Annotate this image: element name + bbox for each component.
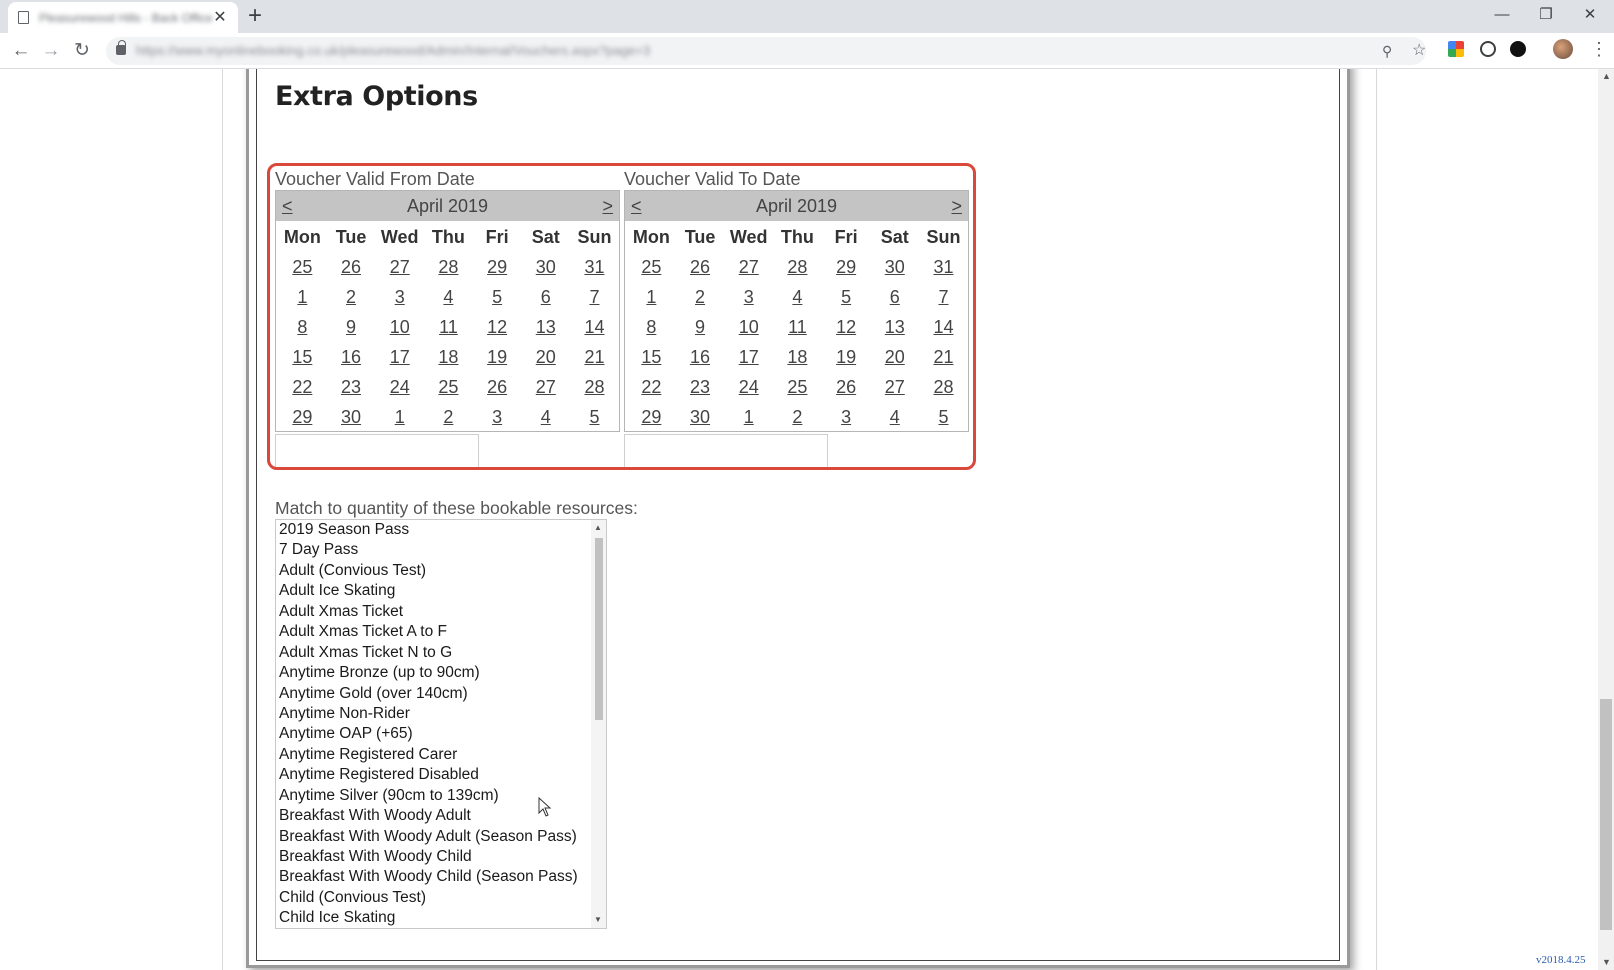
page-gutter-left	[222, 69, 223, 970]
browser-menu-icon[interactable]: ⋮	[1590, 38, 1608, 60]
resource-option[interactable]: 7 Day Pass	[279, 540, 589, 560]
resource-option[interactable]: Adult Xmas Ticket N to G	[279, 643, 589, 663]
scroll-down-arrow-icon[interactable]: ▼	[1602, 958, 1611, 967]
page-title: Extra Options	[275, 81, 478, 112]
resource-option[interactable]: Breakfast With Woody Child	[279, 847, 589, 867]
lock-icon	[116, 40, 126, 55]
bookable-resources-listbox[interactable]: 2019 Season Pass 7 Day Pass Adult (Conviou…	[275, 519, 607, 929]
listbox-scroll-thumb[interactable]	[595, 538, 603, 720]
profile-avatar[interactable]	[1553, 39, 1573, 59]
forward-button[interactable]: →	[39, 39, 63, 63]
page-scroll-thumb[interactable]	[1600, 699, 1612, 930]
page-gutter-right	[1376, 69, 1377, 970]
page-content: Extra Options Voucher Valid From Date < …	[0, 69, 1598, 970]
minimize-button[interactable]: —	[1480, 3, 1524, 27]
browser-tab[interactable]: Pleasurewood Hills - Back Office ✕	[8, 2, 238, 33]
resource-option[interactable]: Anytime Registered Carer	[279, 745, 589, 765]
resource-option[interactable]: Adult Ice Skating	[279, 581, 589, 601]
close-window-button[interactable]: ✕	[1568, 3, 1612, 27]
resource-option[interactable]: Child Ice Skating	[279, 908, 589, 928]
mouse-cursor-icon	[538, 797, 552, 817]
resource-option[interactable]: Anytime Registered Disabled	[279, 765, 589, 785]
reload-button[interactable]: ↻	[70, 39, 94, 63]
document-icon	[18, 11, 29, 24]
listbox-scrollbar[interactable]: ▲ ▼	[591, 520, 606, 928]
address-bar[interactable]: https://www.myonlinebooking.co.uk/pleasu…	[106, 37, 1426, 65]
bookmark-star-icon[interactable]: ☆	[1412, 42, 1426, 60]
page-scrollbar[interactable]: ▲ ▼	[1598, 69, 1614, 970]
new-tab-button[interactable]: +	[248, 4, 262, 28]
close-tab-icon[interactable]: ✕	[212, 9, 228, 26]
resource-option[interactable]: Adult Xmas Ticket	[279, 602, 589, 622]
resource-option[interactable]: Adult Xmas Ticket A to F	[279, 622, 589, 642]
scroll-down-arrow-icon[interactable]: ▼	[594, 916, 602, 924]
resource-option[interactable]: Breakfast With Woody Child (Season Pass)	[279, 867, 589, 887]
resource-option[interactable]: Child (Convious Test)	[279, 888, 589, 908]
resource-option[interactable]: Anytime Bronze (up to 90cm)	[279, 663, 589, 683]
resource-option[interactable]: Breakfast With Woody Adult (Season Pass)	[279, 827, 589, 847]
scroll-up-arrow-icon[interactable]: ▲	[594, 524, 602, 532]
resource-option[interactable]: 2019 Season Pass	[279, 520, 589, 540]
extension-icon[interactable]	[1510, 41, 1526, 57]
zoom-icon[interactable]: ⚲	[1382, 42, 1392, 60]
extension-icon[interactable]	[1448, 41, 1464, 57]
resource-option[interactable]: Adult (Convious Test)	[279, 561, 589, 581]
scroll-up-arrow-icon[interactable]: ▲	[1602, 72, 1611, 81]
resource-option[interactable]: Anytime Non-Rider	[279, 704, 589, 724]
annotation-highlight-box	[267, 163, 976, 470]
browser-toolbar: ← → ↻ https://www.myonlinebooking.co.uk/…	[0, 33, 1614, 69]
version-label: v2018.4.25	[1536, 954, 1586, 966]
back-button[interactable]: ←	[9, 39, 33, 63]
extension-icon[interactable]	[1480, 41, 1496, 57]
match-resources-label: Match to quantity of these bookable reso…	[275, 498, 638, 518]
resource-options: 2019 Season Pass 7 Day Pass Adult (Conviou…	[279, 520, 589, 928]
restore-button[interactable]: ❐	[1524, 3, 1568, 27]
resource-option[interactable]: Anytime OAP (+65)	[279, 724, 589, 744]
browser-tab-bar: Pleasurewood Hills - Back Office ✕ + — ❐…	[0, 0, 1614, 33]
url-text: https://www.myonlinebooking.co.uk/pleasu…	[136, 43, 651, 58]
resource-option[interactable]: Anytime Gold (over 140cm)	[279, 684, 589, 704]
tab-title: Pleasurewood Hills - Back Office	[39, 10, 212, 25]
